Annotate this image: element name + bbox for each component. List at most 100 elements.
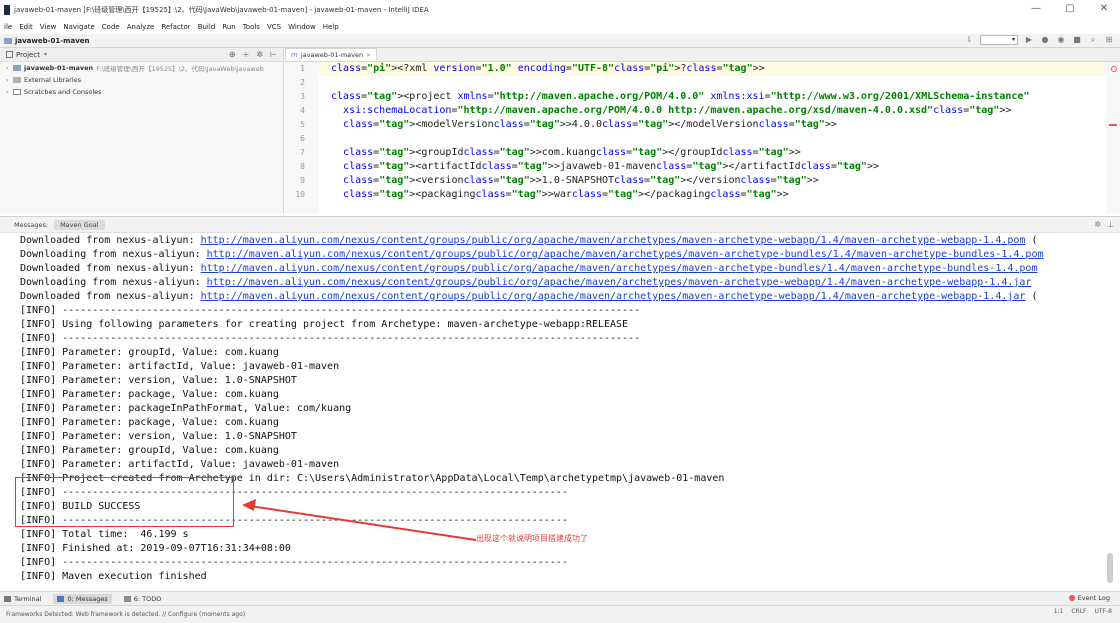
tab-maven-goal[interactable]: Maven Goal [54, 219, 105, 230]
error-marker[interactable] [1109, 124, 1117, 126]
chevron-right-icon[interactable]: › [6, 77, 13, 84]
debug-icon[interactable]: ● [1040, 35, 1050, 45]
scrollbar-thumb[interactable] [1107, 553, 1113, 583]
menu-refactor[interactable]: Refactor [161, 23, 190, 31]
project-view-label[interactable]: Project [16, 51, 40, 59]
terminal-icon [4, 595, 11, 602]
tab-pom[interactable]: m javaweb-01-maven ✕ [285, 48, 378, 61]
menu-view[interactable]: View [40, 23, 57, 31]
tab-terminal[interactable]: Terminal [4, 595, 41, 603]
tree-item-path: F:\班级管理\西开【19525】\2、代码\JavaWeb\javaweb [96, 65, 264, 73]
code-line[interactable]: class="tag"><artifactIdclass="tag">>java… [319, 160, 1106, 174]
console-text: [INFO] Parameter: package, Value: com.ku… [20, 417, 279, 428]
project-view-icon [6, 51, 13, 58]
inspection-icon[interactable] [1111, 66, 1117, 72]
menu-navigate[interactable]: Navigate [63, 23, 94, 31]
menu-code[interactable]: Code [102, 23, 120, 31]
folder-icon [4, 37, 12, 44]
run-config-select[interactable]: ▾ [980, 35, 1018, 45]
gear-icon[interactable]: ✲ [1094, 220, 1101, 229]
minimize-button[interactable]: — [1030, 3, 1042, 14]
tree-item-label: javaweb-01-maven [24, 64, 94, 72]
tree-item-external-libraries[interactable]: › External Libraries [0, 74, 283, 86]
console-text: [INFO] ---------------------------------… [20, 557, 568, 568]
menu-analyze[interactable]: Analyze [127, 23, 155, 31]
console-line: Downloading from nexus-aliyun: http://ma… [20, 276, 1100, 290]
console-line: [INFO] Parameter: version, Value: 1.0-SN… [20, 430, 1100, 444]
code-line[interactable]: class="tag"><packagingclass="tag">>warcl… [319, 188, 1106, 202]
maximize-button[interactable]: ▢ [1064, 3, 1076, 14]
code-line[interactable]: class="tag"><modelVersionclass="tag">>4.… [319, 118, 1106, 132]
tab-todo[interactable]: 6: TODO [123, 595, 161, 603]
menu-tools[interactable]: Tools [243, 23, 260, 31]
status-message[interactable]: Frameworks Detected: Web framework is de… [6, 611, 245, 618]
code-line[interactable]: class="tag"><groupIdclass="tag">>com.kua… [319, 146, 1106, 160]
line-number: 7 [300, 148, 305, 157]
settings-icon[interactable]: ⊞ [1104, 35, 1114, 45]
breadcrumb-project[interactable]: javaweb-01-maven [15, 37, 90, 45]
code-line[interactable]: class="tag"><project xmlns="http://maven… [319, 90, 1106, 104]
menu-build[interactable]: Build [198, 23, 216, 31]
navigation-bar: javaweb-01-maven ⇂ ▾ ▶ ● ◉ ■ ⌕ ⊞ [0, 34, 1120, 48]
chevron-right-icon[interactable]: › [6, 65, 13, 72]
console-line: [INFO] Finished at: 2019-09-07T16:31:34+… [20, 542, 1100, 556]
close-button[interactable]: ✕ [1098, 3, 1110, 14]
code-area[interactable]: class="pi"><?xml version="1.0" encoding=… [319, 62, 1106, 213]
gear-icon[interactable]: ✲ [256, 50, 263, 59]
download-link[interactable]: http://maven.aliyun.com/nexus/content/gr… [207, 249, 1044, 260]
hide-icon[interactable]: ⊥ [1107, 220, 1114, 229]
file-encoding[interactable]: UTF-8 [1095, 608, 1113, 615]
messages-header: Messages: Maven Goal ✲ ⊥ [0, 217, 1120, 233]
code-line[interactable]: xsi:schemaLocation="http://maven.apache.… [319, 104, 1106, 118]
menu-vcs[interactable]: VCS [267, 23, 281, 31]
annotation-highlight-box [15, 477, 234, 527]
code-line[interactable] [319, 76, 1106, 90]
locate-icon[interactable]: ⊕ [229, 50, 236, 59]
code-line[interactable] [319, 132, 1106, 146]
console-line: Downloaded from nexus-aliyun: http://mav… [20, 234, 1100, 248]
stop-icon[interactable]: ■ [1072, 35, 1082, 45]
console-text: Downloaded from nexus-aliyun: [20, 291, 201, 302]
coverage-icon[interactable]: ◉ [1056, 35, 1066, 45]
code-line[interactable]: class="pi"><?xml version="1.0" encoding=… [319, 62, 1106, 76]
line-separator[interactable]: CRLF [1071, 608, 1086, 615]
console-text: [INFO] Parameter: version, Value: 1.0-SN… [20, 375, 297, 386]
menu-edit[interactable]: Edit [19, 23, 33, 31]
console-scrollbar[interactable] [1106, 237, 1114, 587]
library-icon [13, 77, 21, 83]
line-number: 6 [300, 134, 305, 143]
menu-help[interactable]: Help [323, 23, 339, 31]
event-log-button[interactable]: Event Log [1068, 594, 1110, 602]
run-icon[interactable]: ▶ [1024, 35, 1034, 45]
tab-label: javaweb-01-maven [300, 51, 364, 59]
download-link[interactable]: http://maven.aliyun.com/nexus/content/gr… [201, 263, 1038, 274]
tree-item-project[interactable]: › javaweb-01-maven F:\班级管理\西开【19525】\2、代… [0, 62, 283, 74]
collapse-icon[interactable]: ÷ [243, 50, 250, 59]
download-link[interactable]: http://maven.aliyun.com/nexus/content/gr… [207, 277, 1032, 288]
download-link[interactable]: http://maven.aliyun.com/nexus/content/gr… [201, 291, 1026, 302]
tool-window-bar: Terminal 0: Messages 6: TODO Event Log [0, 591, 1120, 605]
close-icon[interactable]: ✕ [366, 52, 371, 59]
project-panel: Project ▾ ⊕ ÷ ✲ ⊢ › javaweb-01-maven F:\… [0, 48, 284, 213]
console-line: Downloading from nexus-aliyun: http://ma… [20, 248, 1100, 262]
tab-messages[interactable]: 0: Messages [53, 593, 112, 604]
title-bar: javaweb-01-maven [F:\班级管理\西开【19525】\2、代码… [0, 0, 1120, 20]
menu-file[interactable]: ile [4, 23, 12, 31]
editor-scrollbar[interactable] [1106, 62, 1120, 213]
chevron-down-icon[interactable]: ▾ [44, 51, 47, 58]
tree-item-scratches[interactable]: › Scratches and Consoles [0, 86, 283, 98]
chevron-right-icon[interactable]: › [6, 89, 13, 96]
console-line: [INFO] ---------------------------------… [20, 304, 1100, 318]
hide-icon[interactable]: ⊢ [270, 50, 277, 59]
menu-bar: ile Edit View Navigate Code Analyze Refa… [0, 20, 1120, 34]
menu-window[interactable]: Window [288, 23, 316, 31]
menu-run[interactable]: Run [222, 23, 235, 31]
console-text: ( [1025, 235, 1038, 246]
build-icon[interactable]: ⇂ [964, 35, 974, 45]
console-text: [INFO] Parameter: groupId, Value: com.ku… [20, 347, 279, 358]
code-line[interactable]: class="tag"><versionclass="tag">>1.0-SNA… [319, 174, 1106, 188]
search-icon[interactable]: ⌕ [1088, 35, 1098, 45]
download-link[interactable]: http://maven.aliyun.com/nexus/content/gr… [201, 235, 1026, 246]
line-number: 10 [295, 190, 305, 199]
caret-position[interactable]: 1:1 [1054, 608, 1064, 615]
